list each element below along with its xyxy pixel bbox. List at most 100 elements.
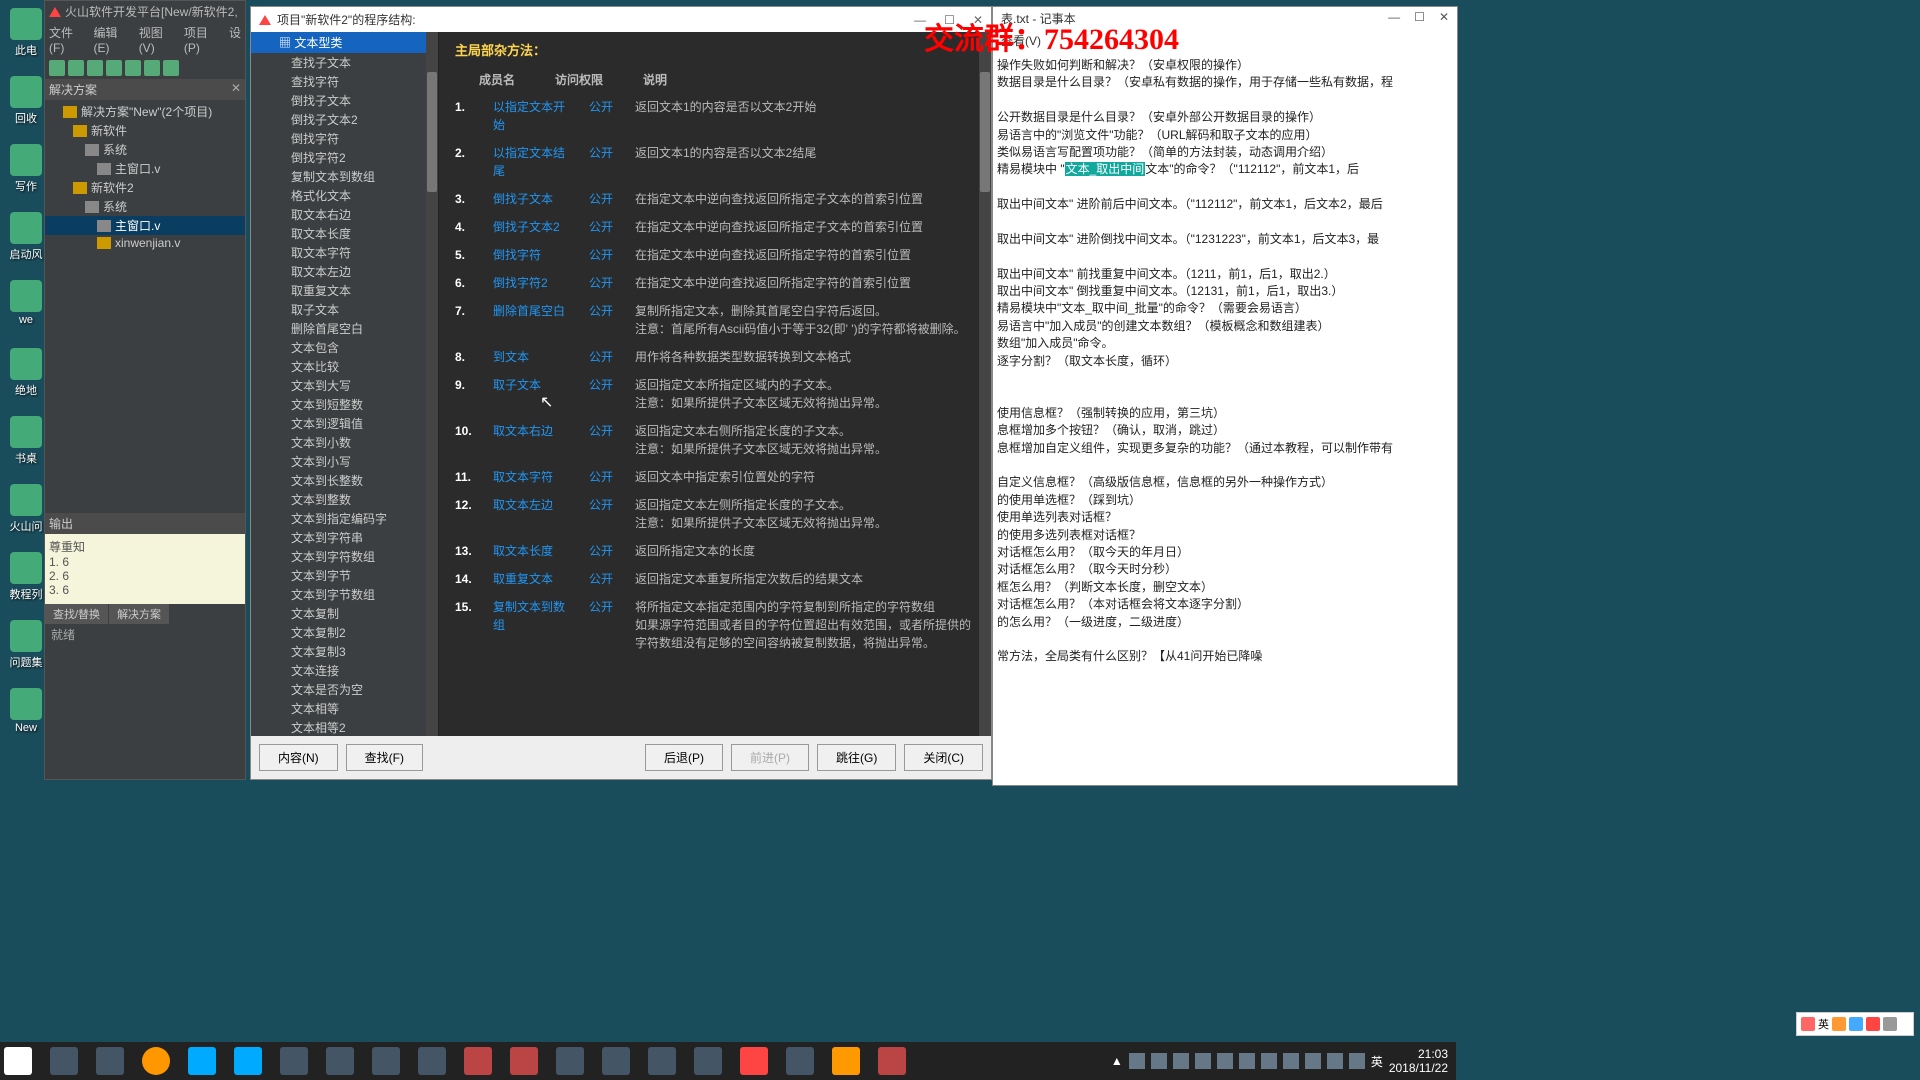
category-header[interactable]: ▦ 文本型类 <box>251 32 438 53</box>
taskbar-item[interactable] <box>234 1047 262 1075</box>
sidebar-item[interactable]: 文本到短整数 <box>251 395 438 414</box>
close-icon[interactable]: ✕ <box>1439 10 1449 27</box>
taskbar-item[interactable] <box>96 1047 124 1075</box>
start-button[interactable] <box>4 1047 32 1075</box>
taskbar-item[interactable] <box>510 1047 538 1075</box>
desktop-icon[interactable]: New <box>4 688 48 734</box>
taskbar-item[interactable] <box>326 1047 354 1075</box>
system-tray[interactable]: ▲ 英 21:032018/11/22 <box>1111 1042 1456 1080</box>
tray-icon[interactable] <box>1261 1053 1277 1069</box>
taskbar-item[interactable] <box>556 1047 584 1075</box>
method-row[interactable]: 12.取文本左边公开返回指定文本左侧所指定长度的子文本。注意：如果所提供子文本区… <box>455 496 975 532</box>
desktop-icon[interactable]: we <box>4 280 48 326</box>
sidebar-item[interactable]: 取重复文本 <box>251 281 438 300</box>
tray-icon[interactable] <box>1327 1053 1343 1069</box>
goto-button[interactable]: 跳往(G) <box>817 744 896 771</box>
sidebar-item[interactable]: 取文本字符 <box>251 243 438 262</box>
taskbar-item[interactable] <box>786 1047 814 1075</box>
desktop-icon[interactable]: 教程列 <box>4 552 48 602</box>
sidebar-item[interactable]: 删除首尾空白 <box>251 319 438 338</box>
tree-item[interactable]: 主窗口.v <box>45 216 245 235</box>
sidebar-item[interactable]: 文本到指定编码字 <box>251 509 438 528</box>
sidebar-item[interactable]: 文本连接 <box>251 661 438 680</box>
sidebar-item[interactable]: 倒找字符2 <box>251 148 438 167</box>
menu-item[interactable]: 项目(P) <box>184 24 221 55</box>
desktop-icon[interactable]: 写作 <box>4 144 48 194</box>
taskbar-item[interactable] <box>50 1047 78 1075</box>
method-list[interactable]: 主局部杂方法： 成员名 访问权限 说明 1.以指定文本开始公开返回文本1的内容是… <box>439 32 991 736</box>
close-button[interactable]: 关闭(C) <box>904 744 983 771</box>
method-row[interactable]: 14.取重复文本公开返回指定文本重复所指定次数后的结果文本 <box>455 570 975 588</box>
method-row[interactable]: 3.倒找子文本公开在指定文本中逆向查找返回所指定子文本的首索引位置 <box>455 190 975 208</box>
taskbar-item[interactable] <box>188 1047 216 1075</box>
sidebar-item[interactable]: 文本复制3 <box>251 642 438 661</box>
sidebar-item[interactable]: 文本到整数 <box>251 490 438 509</box>
ime-icon[interactable] <box>1849 1017 1863 1031</box>
sidebar-item[interactable]: 文本相等 <box>251 699 438 718</box>
sidebar-item[interactable]: 倒找子文本 <box>251 91 438 110</box>
tree-item[interactable]: xinwenjian.v <box>45 235 245 251</box>
sidebar-item[interactable]: 取文本右边 <box>251 205 438 224</box>
taskbar-item[interactable] <box>280 1047 308 1075</box>
sidebar-item[interactable]: 文本是否为空 <box>251 680 438 699</box>
sidebar-item[interactable]: 倒找子文本2 <box>251 110 438 129</box>
tree-root[interactable]: 解决方案"New"(2个项目) <box>45 102 245 121</box>
sidebar-item[interactable]: 文本到字符串 <box>251 528 438 547</box>
tab-find[interactable]: 查找/替换 <box>45 604 108 624</box>
ime-icon[interactable] <box>1832 1017 1846 1031</box>
sidebar-item[interactable]: 文本到字节数组 <box>251 585 438 604</box>
menu-item[interactable]: 视图(V) <box>139 24 176 55</box>
sidebar-item[interactable]: 文本复制 <box>251 604 438 623</box>
tray-icon[interactable] <box>1151 1053 1167 1069</box>
ime-icon[interactable] <box>1883 1017 1897 1031</box>
content-button[interactable]: 内容(N) <box>259 744 338 771</box>
tool-icon[interactable] <box>144 60 160 76</box>
maximize-icon[interactable]: ☐ <box>1414 10 1425 27</box>
tool-icon[interactable] <box>49 60 65 76</box>
solution-tree[interactable]: 解决方案"New"(2个项目) 新软件系统主窗口.v新软件2系统主窗口.vxin… <box>45 100 245 253</box>
tool-icon[interactable] <box>106 60 122 76</box>
sidebar-item[interactable]: 文本到长整数 <box>251 471 438 490</box>
method-row[interactable]: 4.倒找子文本2公开在指定文本中逆向查找返回所指定子文本的首索引位置 <box>455 218 975 236</box>
sidebar-item[interactable]: 文本比较 <box>251 357 438 376</box>
clock[interactable]: 21:032018/11/22 <box>1389 1047 1448 1076</box>
category-sidebar[interactable]: ▦ 文本型类 查找子文本查找字符倒找子文本倒找子文本2倒找字符倒找字符2复制文本… <box>251 32 439 736</box>
tray-icon[interactable] <box>1129 1053 1145 1069</box>
menu-item[interactable]: 编辑(E) <box>94 24 131 55</box>
tool-icon[interactable] <box>125 60 141 76</box>
sidebar-item[interactable]: 文本复制2 <box>251 623 438 642</box>
scrollbar[interactable] <box>426 32 438 736</box>
method-row[interactable]: 13.取文本长度公开返回所指定文本的长度 <box>455 542 975 560</box>
sidebar-item[interactable]: 文本到小写 <box>251 452 438 471</box>
method-row[interactable]: 5.倒找字符公开在指定文本中逆向查找返回所指定字符的首索引位置 <box>455 246 975 264</box>
taskbar-item[interactable] <box>418 1047 446 1075</box>
sidebar-item[interactable]: 取文本左边 <box>251 262 438 281</box>
ide-toolbar[interactable] <box>45 57 245 79</box>
sidebar-item[interactable]: 查找字符 <box>251 72 438 91</box>
notepad-text[interactable]: 操作失败如何判断和解决？（安卓权限的操作）数据目录是什么目录？（安卓私有数据的操… <box>993 51 1457 672</box>
ime-toolbar[interactable]: 英 <box>1796 1012 1914 1036</box>
taskbar-item[interactable] <box>372 1047 400 1075</box>
tray-icon[interactable] <box>1283 1053 1299 1069</box>
tool-icon[interactable] <box>87 60 103 76</box>
method-row[interactable]: 6.倒找字符2公开在指定文本中逆向查找返回所指定字符的首索引位置 <box>455 274 975 292</box>
taskbar-item[interactable] <box>832 1047 860 1075</box>
sidebar-item[interactable]: 文本到小数 <box>251 433 438 452</box>
sidebar-item[interactable]: 查找子文本 <box>251 53 438 72</box>
desktop-icon[interactable]: 书桌 <box>4 416 48 466</box>
minimize-icon[interactable]: — <box>1388 10 1400 27</box>
find-button[interactable]: 查找(F) <box>346 744 423 771</box>
method-row[interactable]: 11.取文本字符公开返回文本中指定索引位置处的字符 <box>455 468 975 486</box>
sidebar-item[interactable]: 复制文本到数组 <box>251 167 438 186</box>
sidebar-item[interactable]: 文本到字符数组 <box>251 547 438 566</box>
desktop-icon[interactable]: 启动风 <box>4 212 48 262</box>
method-row[interactable]: 8.到文本公开用作将各种数据类型数据转换到文本格式 <box>455 348 975 366</box>
sidebar-item[interactable]: 文本到字节 <box>251 566 438 585</box>
tray-icon[interactable] <box>1217 1053 1233 1069</box>
sidebar-item[interactable]: 文本到逻辑值 <box>251 414 438 433</box>
sidebar-item[interactable]: 格式化文本 <box>251 186 438 205</box>
desktop-icon[interactable]: 绝地 <box>4 348 48 398</box>
tree-item[interactable]: 新软件2 <box>45 178 245 197</box>
sidebar-item[interactable]: 取文本长度 <box>251 224 438 243</box>
desktop-icon[interactable]: 此电 <box>4 8 48 58</box>
